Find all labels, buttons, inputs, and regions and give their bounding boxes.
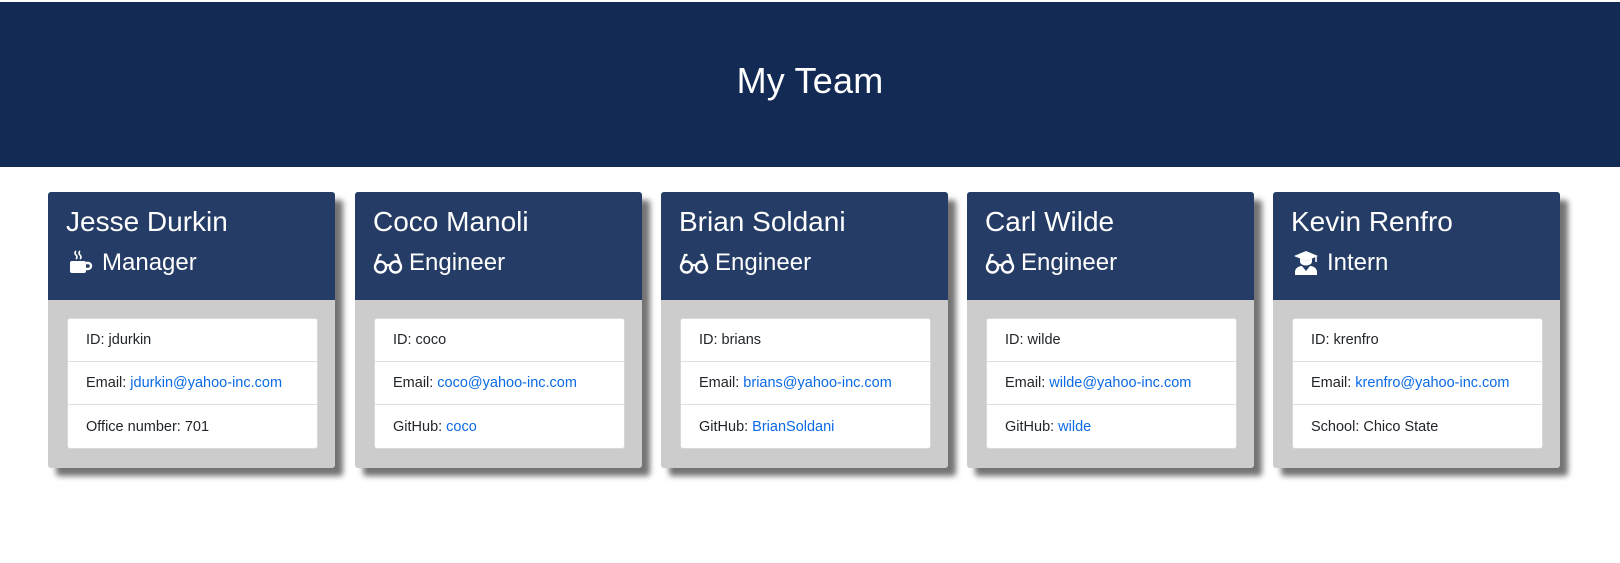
employee-name: Jesse Durkin [66, 206, 228, 237]
employee-role: Intern [1291, 248, 1542, 278]
employee-name: Carl Wilde [985, 206, 1115, 237]
glasses-icon [373, 248, 403, 278]
list-item-id: ID: brians [681, 319, 930, 362]
page-title: My Team [736, 59, 884, 101]
list-item-email: Email: jdurkin@yahoo-inc.com [68, 362, 317, 405]
glasses-icon [679, 248, 709, 278]
email-link[interactable]: jdurkin@yahoo-inc.com [130, 375, 282, 391]
employee-role: Manager [66, 248, 317, 278]
email-link[interactable]: krenfro@yahoo-inc.com [1355, 375, 1509, 391]
info-list: ID: krenfro Email: krenfro@yahoo-inc.com S… [1292, 318, 1543, 449]
github-link[interactable]: BrianSoldani [752, 419, 834, 435]
graduate-icon [1291, 248, 1321, 278]
email-link[interactable]: wilde@yahoo-inc.com [1049, 375, 1191, 391]
employee-name: Kevin Renfro [1291, 206, 1453, 237]
employee-role: Engineer [373, 248, 624, 278]
info-list: ID: jdurkin Email: jdurkin@yahoo-inc.com O… [67, 318, 318, 449]
employee-card: Carl Wilde Engineer ID: wilde Email: wilde… [967, 192, 1254, 468]
list-item-github: GitHub: wilde [1005, 418, 1092, 435]
card-header: Carl Wilde Engineer [967, 192, 1254, 300]
github-link[interactable]: wilde [1058, 419, 1091, 435]
list-item-id: ID: krenfro [1293, 319, 1542, 362]
card-header: Jesse Durkin Manager [48, 192, 335, 300]
employee-role: Engineer [985, 248, 1236, 278]
info-list: ID: brians Email: brians@yahoo-inc.com Git… [680, 318, 931, 449]
coffee-icon [66, 248, 96, 278]
list-item-office: Office number: 701 [86, 418, 210, 435]
employee-card: Brian Soldani Engineer ID: brians Email: b… [661, 192, 948, 468]
employee-role: Engineer [679, 248, 930, 278]
list-item-email: Email: brians@yahoo-inc.com [681, 362, 930, 405]
list-item-email: Email: krenfro@yahoo-inc.com [1293, 362, 1542, 405]
list-item-id: ID: wilde [987, 319, 1236, 362]
info-list: ID: coco Email: coco@yahoo-inc.com GitHub:… [374, 318, 625, 449]
team-cards: Jesse Durkin Manager ID: jdurkin Email: jd… [48, 192, 1560, 492]
email-link[interactable]: brians@yahoo-inc.com [743, 375, 892, 391]
role-label: Engineer [1021, 249, 1118, 276]
info-list: ID: wilde Email: wilde@yahoo-inc.com GitHu… [986, 318, 1237, 449]
list-item-email: Email: coco@yahoo-inc.com [375, 362, 624, 405]
role-label: Intern [1327, 249, 1389, 276]
employee-name: Coco Manoli [373, 206, 529, 237]
employee-card: Kevin Renfro Intern ID: krenfro Email: kre… [1273, 192, 1560, 468]
employee-name: Brian Soldani [679, 206, 846, 237]
card-header: Kevin Renfro Intern [1273, 192, 1560, 300]
glasses-icon [985, 248, 1015, 278]
role-label: Manager [102, 249, 197, 276]
list-item-id: ID: jdurkin [68, 319, 317, 362]
list-item-school: School: Chico State [1311, 418, 1439, 435]
page-header: My Team [0, 2, 1620, 167]
email-link[interactable]: coco@yahoo-inc.com [437, 375, 577, 391]
card-header: Coco Manoli Engineer [355, 192, 642, 300]
role-label: Engineer [409, 249, 506, 276]
list-item-github: GitHub: BrianSoldani [699, 418, 835, 435]
employee-card: Coco Manoli Engineer ID: coco Email: coco@… [355, 192, 642, 468]
card-header: Brian Soldani Engineer [661, 192, 948, 300]
employee-card: Jesse Durkin Manager ID: jdurkin Email: jd… [48, 192, 335, 468]
list-item-id: ID: coco [375, 319, 624, 362]
list-item-github: GitHub: coco [393, 418, 477, 435]
list-item-email: Email: wilde@yahoo-inc.com [987, 362, 1236, 405]
github-link[interactable]: coco [446, 419, 477, 435]
role-label: Engineer [715, 249, 812, 276]
